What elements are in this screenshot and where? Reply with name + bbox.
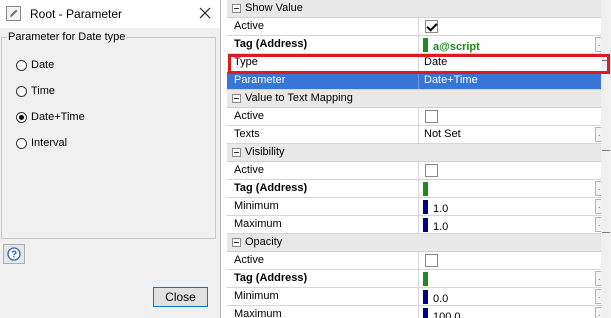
radio-interval[interactable]: Interval [16, 135, 67, 151]
row-opacity-minimum[interactable]: Minimum 0.0 ... [227, 288, 611, 306]
row-visibility-tag[interactable]: Tag (Address) ... [227, 180, 611, 198]
property-name: Active [227, 108, 419, 125]
parameter-value[interactable]: Date+Time [420, 72, 611, 89]
section-value-to-text-mapping[interactable]: Value to Text Mapping [227, 90, 611, 108]
row-visibility-active[interactable]: Active [227, 162, 611, 180]
parameter-dialog: Root - Parameter Parameter for Date type… [0, 0, 221, 318]
active-checkbox[interactable] [425, 20, 438, 33]
active-checkbox[interactable] [425, 254, 438, 267]
radio-label: Interval [31, 137, 68, 149]
section-title: Value to Text Mapping [245, 92, 353, 104]
maximum-value: 100.0 [433, 311, 461, 318]
radio-button[interactable] [16, 111, 27, 123]
property-value[interactable]: 1.0 [420, 198, 607, 215]
vertical-scrollbar[interactable] [601, 0, 611, 318]
dialog-title: Root - Parameter [30, 7, 123, 21]
tag-type-icon [423, 182, 428, 196]
row-visibility-maximum[interactable]: Maximum 1.0 ... [227, 216, 611, 234]
close-button[interactable]: Close [153, 287, 208, 307]
property-name: Minimum [227, 198, 419, 215]
section-show-value[interactable]: Show Value [227, 0, 611, 18]
property-name: Tag (Address) [227, 270, 419, 287]
question-mark-icon: ? [7, 247, 21, 261]
property-name: Active [227, 252, 419, 269]
property-value[interactable]: 1.0 [420, 216, 607, 233]
property-name: Tag (Address) [227, 36, 419, 53]
section-opacity[interactable]: Opacity [227, 234, 611, 252]
texts-value[interactable]: Not Set [420, 126, 611, 143]
type-row-highlight [228, 54, 610, 74]
dialog-titlebar: Root - Parameter [0, 0, 220, 28]
section-title: Opacity [245, 236, 283, 248]
property-value[interactable] [420, 108, 607, 125]
row-opacity-maximum[interactable]: Maximum 100.0 ... [227, 306, 611, 318]
scrollbar-marker [602, 232, 610, 233]
pencil-icon [6, 6, 21, 21]
svg-text:?: ? [11, 250, 17, 261]
number-type-icon [423, 200, 428, 214]
property-value[interactable] [420, 252, 607, 269]
number-type-icon [423, 290, 428, 304]
active-checkbox[interactable] [425, 164, 438, 177]
radio-button[interactable] [16, 59, 27, 71]
property-grid: Show Value Active Tag (Address) a@script… [227, 0, 611, 318]
row-show-value-tag[interactable]: Tag (Address) a@script ... [227, 36, 611, 54]
radio-date[interactable]: Date [16, 57, 54, 73]
row-opacity-tag[interactable]: Tag (Address) ... [227, 270, 611, 288]
property-value[interactable] [420, 180, 607, 197]
property-value[interactable]: 0.0 [420, 288, 607, 305]
row-show-value-active[interactable]: Active [227, 18, 611, 36]
radio-button[interactable] [16, 137, 27, 149]
property-value[interactable] [420, 18, 607, 35]
scrollbar-marker [602, 150, 610, 151]
section-title: Visibility [245, 146, 285, 158]
number-type-icon [423, 308, 428, 318]
row-visibility-minimum[interactable]: Minimum 1.0 ... [227, 198, 611, 216]
radio-time[interactable]: Time [16, 83, 55, 99]
number-type-icon [423, 218, 428, 232]
property-name: Parameter [227, 72, 419, 89]
property-name: Active [227, 162, 419, 179]
property-value[interactable]: a@script [420, 36, 607, 53]
property-name: Texts [227, 126, 419, 143]
property-value[interactable] [420, 270, 607, 287]
active-checkbox[interactable] [425, 110, 438, 123]
row-mapping-active[interactable]: Active [227, 108, 611, 126]
radio-label: Date+Time [31, 111, 85, 123]
property-name: Minimum [227, 288, 419, 305]
section-visibility[interactable]: Visibility [227, 144, 611, 162]
radio-label: Time [31, 85, 56, 97]
close-icon[interactable] [196, 4, 214, 22]
tag-type-icon [423, 38, 428, 52]
tag-type-icon [423, 272, 428, 286]
property-name: Tag (Address) [227, 180, 419, 197]
property-name: Active [227, 18, 419, 35]
row-parameter[interactable]: Parameter Date+Time [227, 72, 611, 90]
property-value[interactable]: 100.0 [420, 306, 607, 318]
row-opacity-active[interactable]: Active [227, 252, 611, 270]
row-texts[interactable]: Texts Not Set ... [227, 126, 611, 144]
radio-button[interactable] [16, 85, 27, 97]
radio-date-time[interactable]: Date+Time [16, 109, 85, 125]
radio-label: Date [31, 59, 55, 71]
group-label: Parameter for Date type [7, 31, 127, 43]
property-name: Maximum [227, 216, 419, 233]
property-name: Maximum [227, 306, 419, 318]
section-title: Show Value [245, 2, 303, 14]
property-value[interactable] [420, 162, 607, 179]
help-button[interactable]: ? [3, 244, 25, 264]
